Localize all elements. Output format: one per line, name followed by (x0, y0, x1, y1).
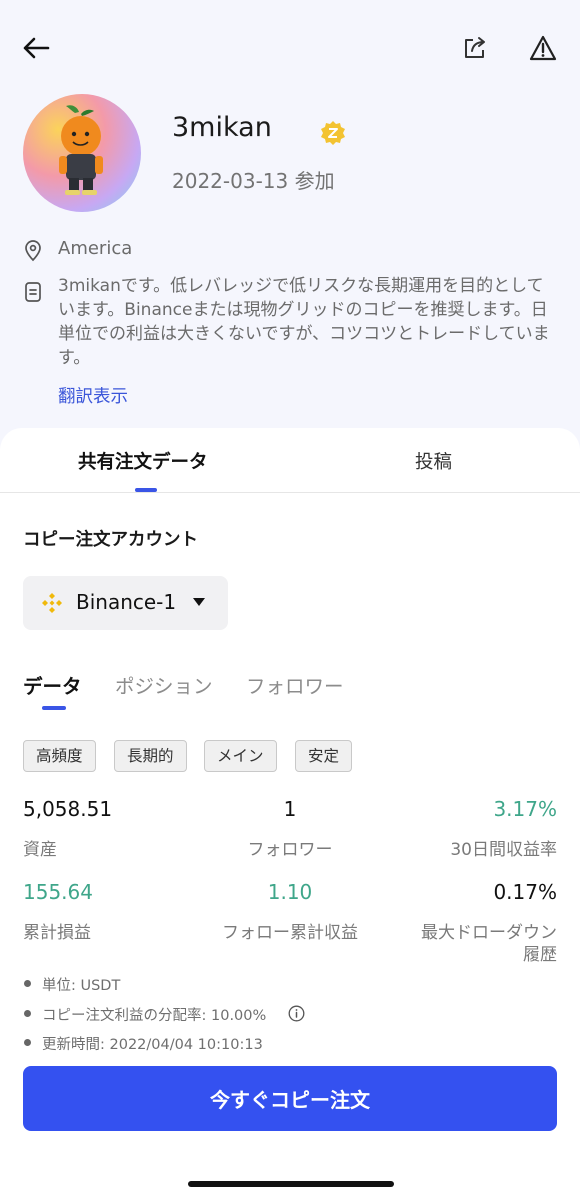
follow-pnl-label: フォロー累計収益 (222, 923, 358, 943)
roi30-value: 3.17% (493, 797, 557, 821)
location-pin-icon (23, 240, 43, 262)
max-drawdown-value: 0.17% (493, 880, 557, 904)
tag: 安定 (295, 740, 353, 772)
account-name: Binance-1 (76, 590, 177, 614)
back-button[interactable] (16, 28, 56, 68)
assets-label: 資産 (23, 840, 57, 860)
arrow-left-icon (23, 37, 50, 59)
username: 3mikan (172, 112, 272, 143)
warning-triangle-icon (529, 35, 557, 61)
report-button[interactable] (522, 28, 564, 68)
tag: メイン (204, 740, 277, 772)
follow-pnl-value: 1.10 (267, 880, 313, 904)
assets-value: 5,058.51 (23, 797, 113, 821)
subtab-positions[interactable]: ポジション (115, 670, 213, 699)
roi30-label: 30日間収益率 (450, 840, 557, 860)
bio-text: 3mikanです。低レバレッジで低リスクな長期運用を目的としています。Binan… (58, 276, 550, 368)
profit-share-note: コピー注文利益の分配率: 10.00% (42, 1008, 267, 1024)
share-button[interactable] (455, 28, 495, 68)
tag: 長期的 (114, 740, 187, 772)
max-drawdown-label-2: 履歴 (523, 945, 557, 965)
unit-note: 単位: USDT (42, 978, 121, 994)
bullet (24, 980, 31, 987)
home-indicator (188, 1181, 394, 1187)
account-selector[interactable]: Binance-1 (23, 576, 228, 630)
subtab-data[interactable]: データ (23, 670, 82, 699)
followers-value: 1 (283, 797, 297, 821)
copy-account-title: コピー注文アカウント (23, 530, 198, 550)
tag: 高頻度 (23, 740, 96, 772)
translate-link[interactable]: 翻訳表示 (58, 383, 128, 408)
tab-divider (0, 492, 580, 493)
avatar (23, 94, 141, 212)
copy-now-button[interactable]: 今すぐコピー注文 (23, 1066, 557, 1131)
location: America (58, 238, 133, 259)
orange-character-avatar (59, 105, 103, 195)
tab-shared-orders[interactable]: 共有注文データ (78, 448, 208, 474)
updated-note: 更新時間: 2022/04/04 10:10:13 (42, 1037, 263, 1053)
cumulative-pnl-label: 累計損益 (23, 923, 91, 943)
active-subtab-indicator (42, 706, 66, 710)
subtab-followers[interactable]: フォロワー (246, 670, 344, 699)
cumulative-pnl-value: 155.64 (23, 880, 93, 904)
share-icon (465, 37, 485, 58)
info-circle-icon[interactable] (288, 1005, 305, 1022)
verified-badge-icon (320, 120, 346, 146)
bullet (24, 1010, 31, 1017)
followers-label: フォロワー (247, 840, 333, 860)
tab-posts[interactable]: 投稿 (415, 448, 452, 474)
chevron-down-icon (193, 598, 205, 606)
binance-icon (40, 591, 64, 615)
document-icon (23, 281, 43, 303)
join-date: 2022-03-13 参加 (172, 169, 335, 193)
bullet (24, 1039, 31, 1046)
